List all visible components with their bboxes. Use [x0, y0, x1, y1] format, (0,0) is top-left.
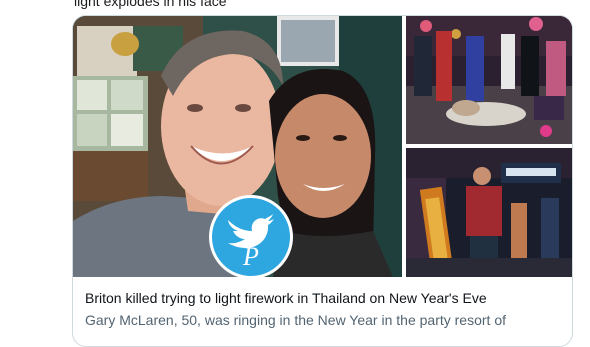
link-preview-card[interactable]: P Briton killed trying to light firework… — [72, 15, 573, 347]
night-street-photo[interactable] — [406, 148, 572, 277]
card-media-grid[interactable]: P — [73, 16, 572, 279]
card-description: Gary McLaren, 50, was ringing in the New… — [85, 312, 506, 328]
watermark-letter: P — [242, 242, 259, 271]
card-headline[interactable]: Briton killed trying to light firework i… — [85, 290, 487, 306]
twitter-bird-icon: P — [209, 195, 293, 279]
tweet-text-tail: light explodes in his face — [74, 0, 227, 9]
street-scene-photo[interactable] — [406, 16, 572, 144]
